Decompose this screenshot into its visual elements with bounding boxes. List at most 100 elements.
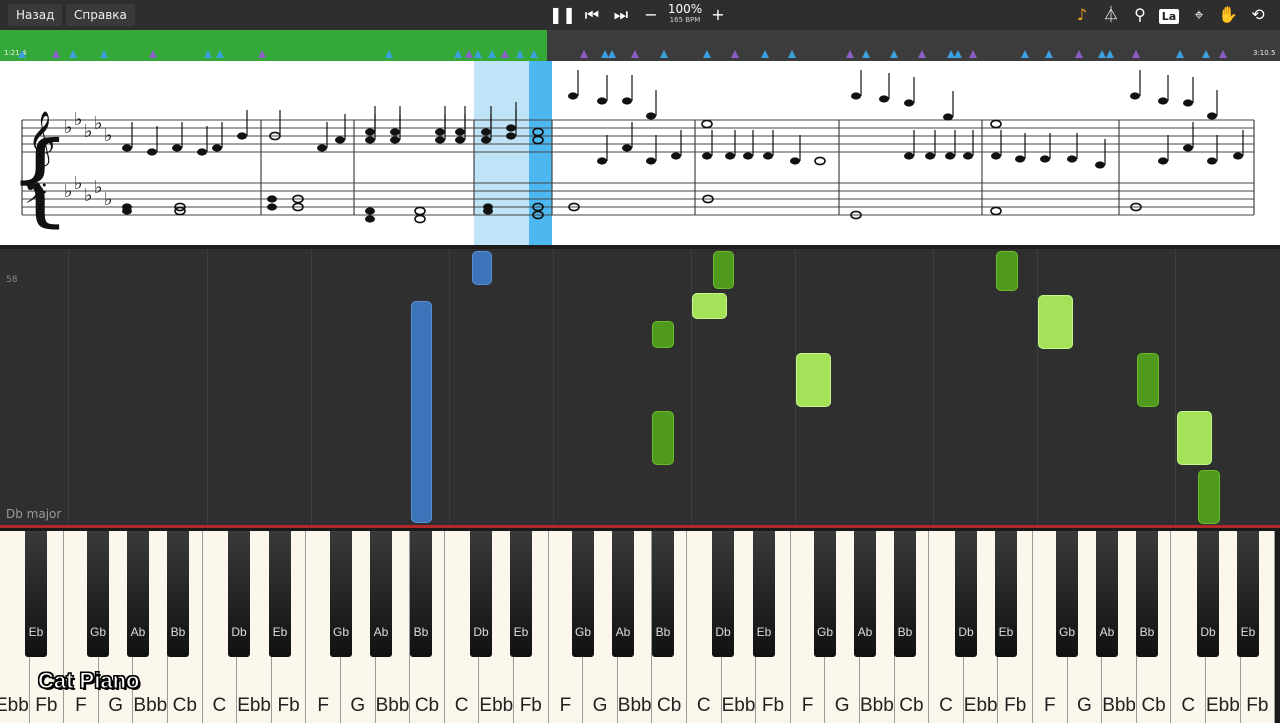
la-icon: La bbox=[1158, 9, 1180, 24]
black-key[interactable]: Gb bbox=[572, 531, 594, 657]
black-key[interactable]: Ab bbox=[612, 531, 634, 657]
svg-text:♭: ♭ bbox=[64, 181, 73, 202]
black-key-label: Ab bbox=[615, 625, 631, 639]
skip-forward-button[interactable]: ⏭ bbox=[609, 3, 633, 27]
black-key[interactable]: Ab bbox=[370, 531, 392, 657]
black-key[interactable]: Gb bbox=[1056, 531, 1078, 657]
white-key-label: F bbox=[559, 695, 572, 716]
white-key-label: G bbox=[108, 695, 123, 716]
piano-keyboard[interactable]: Ebb Fb F G Bbb Cb C Ebb Fb F G Bbb Cb C Ebb Fb F G Bbb Cb C E… bbox=[0, 525, 1280, 723]
timeline-marker bbox=[204, 50, 212, 58]
timeline-marker bbox=[454, 50, 462, 58]
timeline-marker bbox=[1132, 50, 1140, 58]
row-number: 58 bbox=[6, 275, 18, 285]
black-key-label: Gb bbox=[89, 625, 106, 639]
pause-button[interactable]: ❚❚ bbox=[549, 3, 576, 27]
black-key[interactable]: Bb bbox=[894, 531, 916, 657]
white-key-label: Cb bbox=[172, 695, 197, 716]
white-key-label: F bbox=[75, 695, 87, 716]
measure-line bbox=[553, 249, 554, 529]
sheet-music[interactable]: {𝄞 𝄢 ♭ ♭ ♭ ♭ ♭ ♭ ♭ ♭ ♭ ♭ bbox=[0, 61, 1280, 245]
black-key[interactable]: Gb bbox=[814, 531, 836, 657]
tempo-display: 100% 165 BPM bbox=[664, 3, 706, 25]
black-key[interactable]: Bb bbox=[652, 531, 674, 657]
note-button[interactable]: ♪ bbox=[1070, 3, 1094, 27]
svg-text:♭: ♭ bbox=[74, 109, 83, 130]
svg-text:♭: ♭ bbox=[84, 121, 93, 142]
falling-note bbox=[996, 251, 1018, 291]
falling-note bbox=[692, 293, 727, 319]
zoom-button[interactable]: ⚲ bbox=[1128, 3, 1152, 27]
black-key[interactable]: Eb bbox=[995, 531, 1017, 657]
timeline-marker bbox=[52, 50, 60, 58]
black-key-label: Bb bbox=[897, 625, 913, 639]
metronome-button[interactable]: ⏃ bbox=[1099, 3, 1123, 27]
black-key[interactable]: Ab bbox=[854, 531, 876, 657]
white-key-label: Fb bbox=[1004, 695, 1027, 716]
falling-note bbox=[1177, 411, 1212, 465]
white-key-label: Ebb bbox=[0, 695, 29, 716]
note-icon: ♪ bbox=[1076, 5, 1088, 24]
black-key-label: Gb bbox=[816, 625, 833, 639]
black-key[interactable]: Bb bbox=[410, 531, 432, 657]
falling-note bbox=[652, 411, 674, 465]
pause-icon: ❚❚ bbox=[549, 5, 576, 24]
note-names-button[interactable]: La bbox=[1157, 3, 1181, 27]
black-key[interactable]: Bb bbox=[1136, 531, 1158, 657]
white-key-label: Bbb bbox=[133, 695, 168, 716]
svg-text:♭: ♭ bbox=[104, 125, 113, 146]
black-key[interactable]: Db bbox=[470, 531, 492, 657]
white-key-label: F bbox=[317, 695, 329, 716]
timeline-marker bbox=[761, 50, 769, 58]
back-button[interactable]: Назад bbox=[8, 4, 63, 26]
black-key[interactable]: Eb bbox=[269, 531, 291, 657]
black-key-label: Db bbox=[231, 625, 247, 639]
timeline-marker bbox=[1098, 50, 1106, 58]
falling-note bbox=[796, 353, 831, 407]
hand-button[interactable]: ✋ bbox=[1216, 3, 1240, 27]
tempo-decrease-button[interactable]: − bbox=[639, 3, 663, 27]
help-button[interactable]: Справка bbox=[66, 4, 135, 26]
black-key[interactable]: Eb bbox=[753, 531, 775, 657]
white-key-label: Bbb bbox=[617, 695, 652, 716]
black-key[interactable]: Ab bbox=[127, 531, 149, 657]
black-key[interactable]: Eb bbox=[1237, 531, 1259, 657]
tempo-percent: 100% bbox=[667, 2, 703, 16]
black-key[interactable]: Eb bbox=[25, 531, 47, 657]
white-key-label: C bbox=[939, 695, 953, 716]
black-key-label: Bb bbox=[413, 625, 429, 639]
loop-button[interactable]: ⟲ bbox=[1246, 3, 1270, 27]
black-key[interactable]: Gb bbox=[330, 531, 352, 657]
black-key[interactable]: Gb bbox=[87, 531, 109, 657]
white-key-label: F bbox=[1043, 695, 1056, 716]
skip-back-button[interactable]: ⏮ bbox=[580, 3, 604, 27]
timeline-marker bbox=[788, 50, 796, 58]
white-key-label: Fb bbox=[519, 695, 542, 716]
black-key-label: Db bbox=[715, 625, 731, 639]
tempo-increase-button[interactable]: + bbox=[706, 3, 730, 27]
watermark-logo: Cat Piano bbox=[37, 668, 140, 694]
timeline-bar[interactable]: 1:21.4 3:10.5 bbox=[0, 30, 1280, 61]
black-key[interactable]: Eb bbox=[510, 531, 532, 657]
white-key-label: C bbox=[454, 695, 469, 716]
white-key-label: Bbb bbox=[1102, 695, 1136, 716]
black-key-label: Db bbox=[958, 625, 974, 639]
timeline-marker bbox=[530, 50, 538, 58]
black-key[interactable]: Db bbox=[1197, 531, 1219, 657]
white-key-label: F bbox=[801, 695, 814, 716]
black-key[interactable]: Bb bbox=[167, 531, 189, 657]
white-key-label: C bbox=[696, 695, 711, 716]
black-key[interactable]: Db bbox=[955, 531, 977, 657]
black-key[interactable]: Ab bbox=[1096, 531, 1118, 657]
timeline-marker bbox=[100, 50, 108, 58]
black-key-label: Db bbox=[1200, 625, 1216, 639]
black-key[interactable]: Db bbox=[228, 531, 250, 657]
white-key-label: G bbox=[834, 695, 850, 716]
location-button[interactable]: ⌖ bbox=[1187, 3, 1211, 27]
measure-line bbox=[311, 249, 312, 529]
skip-forward-icon: ⏭ bbox=[613, 5, 629, 24]
minus-icon: − bbox=[644, 5, 658, 24]
black-key[interactable]: Db bbox=[712, 531, 734, 657]
timeline-marker bbox=[1075, 50, 1083, 58]
white-key-label: C bbox=[1181, 695, 1196, 716]
